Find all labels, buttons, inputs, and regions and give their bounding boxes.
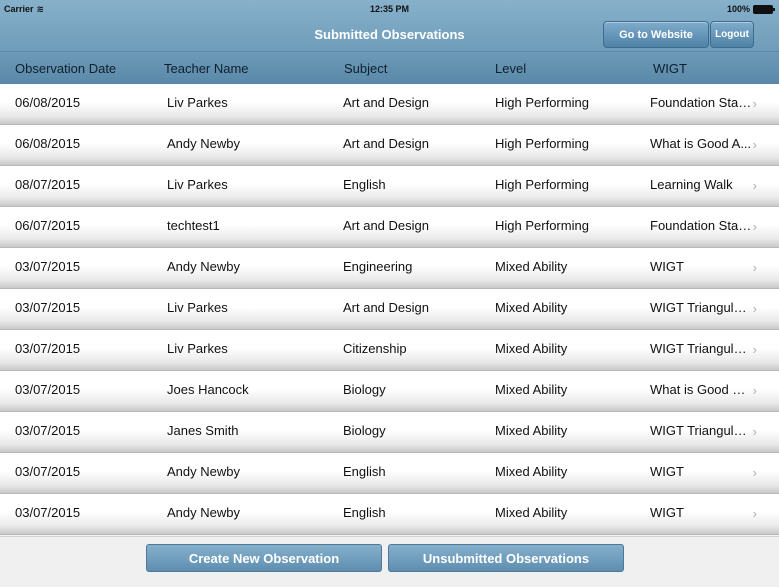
cell-wigt: Learning Walk — [650, 177, 733, 192]
cell-wigt: WIGT Triangulat... — [650, 341, 752, 356]
cell-level: Mixed Ability — [495, 341, 568, 356]
cell-wigt: WIGT Triangulat... — [650, 423, 752, 438]
cell-teacher: Andy Newby — [167, 136, 240, 151]
chevron-right-icon: › — [752, 465, 757, 480]
status-bar: Carrier ≋ 12:35 PM 100% — [0, 0, 779, 18]
table-row[interactable]: 08/07/2015 Liv Parkes English High Perfo… — [0, 166, 779, 207]
cell-subject: Art and Design — [343, 95, 429, 110]
cell-subject: Engineering — [343, 259, 413, 274]
battery-status: 100% — [726, 4, 775, 14]
cell-subject: Biology — [343, 382, 386, 397]
cell-teacher: Liv Parkes — [167, 341, 228, 356]
cell-teacher: Andy Newby — [167, 464, 240, 479]
cell-subject: English — [343, 464, 386, 479]
chevron-right-icon: › — [752, 96, 757, 111]
bottom-toolbar: Create New Observation Unsubmitted Obser… — [0, 536, 779, 587]
cell-date: 03/07/2015 — [15, 259, 81, 274]
navigation-bar: Carrier ≋ 12:35 PM 100% Submitted Observa… — [0, 0, 779, 52]
column-header-teacher-name: Teacher Name — [164, 61, 249, 76]
battery-percent: 100% — [726, 4, 750, 14]
unsubmitted-observations-button[interactable]: Unsubmitted Observations — [388, 544, 624, 572]
cell-date: 08/07/2015 — [15, 177, 81, 192]
chevron-right-icon: › — [752, 219, 757, 234]
table-row[interactable]: 06/08/2015 Liv Parkes Art and Design Hig… — [0, 84, 779, 125]
cell-level: High Performing — [495, 218, 589, 233]
cell-date: 03/07/2015 — [15, 423, 81, 438]
chevron-right-icon: › — [752, 424, 757, 439]
cell-wigt: WIGT — [650, 505, 684, 520]
table-row[interactable]: 06/07/2015 techtest1 Art and Design High… — [0, 207, 779, 248]
cell-subject: Biology — [343, 423, 386, 438]
cell-wigt: Foundation Stage — [650, 218, 752, 233]
cell-level: Mixed Ability — [495, 505, 568, 520]
chevron-right-icon: › — [752, 137, 757, 152]
cell-subject: Art and Design — [343, 136, 429, 151]
table-row[interactable]: 03/07/2015 Andy Newby English Mixed Abil… — [0, 453, 779, 494]
table-row[interactable]: 03/07/2015 Andy Newby Engineering Mixed … — [0, 248, 779, 289]
cell-wigt: Foundation Stage — [650, 95, 752, 110]
cell-teacher: Janes Smith — [167, 423, 239, 438]
cell-level: Mixed Ability — [495, 300, 568, 315]
cell-date: 03/07/2015 — [15, 464, 81, 479]
cell-wigt: WIGT Triangulat... — [650, 300, 752, 315]
chevron-right-icon: › — [752, 301, 757, 316]
chevron-right-icon: › — [752, 260, 757, 275]
table-header: Observation Date Teacher Name Subject Le… — [0, 52, 779, 84]
cell-teacher: Liv Parkes — [167, 95, 228, 110]
cell-level: Mixed Ability — [495, 464, 568, 479]
table-row[interactable]: 03/07/2015 Andy Newby English Mixed Abil… — [0, 494, 779, 535]
create-new-observation-button[interactable]: Create New Observation — [146, 544, 382, 572]
cell-wigt: WIGT — [650, 259, 684, 274]
cell-subject: English — [343, 505, 386, 520]
cell-subject: Art and Design — [343, 218, 429, 233]
table-row[interactable]: 03/07/2015 Janes Smith Biology Mixed Abi… — [0, 412, 779, 453]
cell-level: Mixed Ability — [495, 382, 568, 397]
column-header-wigt: WIGT — [653, 61, 687, 76]
cell-subject: English — [343, 177, 386, 192]
cell-teacher: Andy Newby — [167, 259, 240, 274]
battery-icon — [753, 4, 775, 14]
table-row[interactable]: 03/07/2015 Liv Parkes Art and Design Mix… — [0, 289, 779, 330]
cell-teacher: Andy Newby — [167, 505, 240, 520]
cell-level: Mixed Ability — [495, 259, 568, 274]
go-to-website-button[interactable]: Go to Website — [603, 21, 709, 48]
table-row[interactable]: 03/07/2015 Liv Parkes Citizenship Mixed … — [0, 330, 779, 371]
cell-level: High Performing — [495, 95, 589, 110]
cell-teacher: Liv Parkes — [167, 300, 228, 315]
cell-subject: Citizenship — [343, 341, 407, 356]
column-header-observation-date: Observation Date — [15, 61, 117, 76]
app-window: Carrier ≋ 12:35 PM 100% Submitted Observa… — [0, 0, 779, 587]
cell-wigt: What is Good W... — [650, 382, 752, 397]
status-time: 12:35 PM — [369, 4, 410, 14]
column-header-subject: Subject — [344, 61, 388, 76]
table-row[interactable]: 03/07/2015 Joes Hancock Biology Mixed Ab… — [0, 371, 779, 412]
cell-date: 06/08/2015 — [15, 95, 81, 110]
cell-level: Mixed Ability — [495, 423, 568, 438]
cell-level: High Performing — [495, 177, 589, 192]
cell-subject: Art and Design — [343, 300, 429, 315]
cell-teacher: Joes Hancock — [167, 382, 249, 397]
chevron-right-icon: › — [752, 342, 757, 357]
cell-date: 03/07/2015 — [15, 341, 81, 356]
table-row[interactable]: 06/08/2015 Andy Newby Art and Design Hig… — [0, 125, 779, 166]
cell-date: 06/07/2015 — [15, 218, 81, 233]
column-header-level: Level — [495, 61, 527, 76]
cell-date: 03/07/2015 — [15, 505, 81, 520]
cell-date: 03/07/2015 — [15, 382, 81, 397]
cell-teacher: Liv Parkes — [167, 177, 228, 192]
logout-button[interactable]: Logout — [710, 21, 754, 48]
chevron-right-icon: › — [752, 506, 757, 521]
chevron-right-icon: › — [752, 383, 757, 398]
cell-date: 06/08/2015 — [15, 136, 81, 151]
chevron-right-icon: › — [752, 178, 757, 193]
cell-teacher: techtest1 — [167, 218, 220, 233]
cell-date: 03/07/2015 — [15, 300, 81, 315]
cell-wigt: WIGT — [650, 464, 684, 479]
cell-level: High Performing — [495, 136, 589, 151]
cell-wigt: What is Good A... — [650, 136, 752, 151]
